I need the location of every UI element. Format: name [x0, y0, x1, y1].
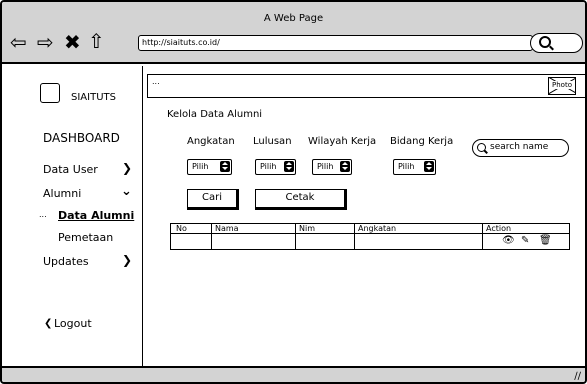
column-header-angkatan: Angkatan [358, 224, 397, 233]
sidebar-item-pemetaan[interactable]: Pemetaan [58, 231, 113, 244]
dropdown-arrows-icon [340, 161, 350, 172]
header-placeholder: ... [152, 77, 160, 86]
column-header-no: No [176, 224, 187, 233]
column-header-nim: Nim [299, 224, 315, 233]
column-divider [295, 224, 296, 233]
cetak-button[interactable]: Cetak [255, 189, 347, 210]
eye-icon[interactable]: 👁 [502, 234, 515, 248]
column-header-nama: Nama [215, 224, 239, 233]
forward-arrow-icon[interactable]: ⇨ [37, 32, 54, 52]
chevron-left-icon: ❮ [44, 318, 53, 329]
search-placeholder: search name [490, 142, 549, 152]
profile-photo[interactable]: Photo [548, 77, 576, 95]
window-title: A Web Page [263, 13, 324, 24]
back-arrow-icon[interactable]: ⇦ [10, 32, 27, 52]
dropdown-arrows-icon [220, 161, 230, 172]
table-row: 👁 ✎ 🗑 [170, 234, 570, 250]
filter-label-lulusan: Lulusan [253, 136, 292, 147]
logo-image [40, 83, 60, 103]
column-header-action: Action [486, 224, 512, 233]
search-name-input[interactable]: search name [472, 139, 569, 157]
select-angkatan[interactable]: Pilih [187, 159, 232, 175]
filter-label-wilayah-kerja: Wilayah Kerja [308, 136, 377, 147]
trash-icon[interactable]: 🗑 [539, 234, 552, 248]
cari-button[interactable]: Cari [187, 189, 239, 210]
select-value: Pilih [260, 162, 277, 171]
column-divider [211, 234, 212, 249]
active-indicator: ... [39, 210, 47, 219]
filter-label-bidang-kerja: Bidang Kerja [390, 136, 454, 147]
sidebar-item-updates[interactable]: Updates [43, 255, 89, 268]
sidebar-item-data-alumni[interactable]: Data Alumni [58, 209, 134, 222]
chevron-down-icon: ⌄ [121, 184, 132, 199]
browser-toolbar: A Web Page ⇦ ⇨ ✖ ⇧ http://siaituts.co.id… [2, 2, 585, 64]
sidebar-item-dashboard[interactable]: DASHBOARD [43, 131, 120, 145]
dropdown-arrows-icon [424, 161, 434, 172]
dropdown-arrows-icon [284, 161, 294, 172]
select-value: Pilih [398, 162, 415, 171]
search-icon [539, 36, 551, 48]
close-icon[interactable]: ✖ [64, 32, 81, 52]
chevron-right-icon: ❯ [122, 161, 133, 175]
column-divider [354, 234, 355, 249]
logo-text: SIAITUTS [71, 92, 116, 103]
select-value: Pilih [192, 162, 209, 171]
column-divider [211, 224, 212, 233]
select-value: Pilih [317, 162, 334, 171]
column-divider [354, 224, 355, 233]
browser-search-button[interactable] [530, 33, 583, 53]
column-divider [482, 224, 483, 233]
logout-link[interactable]: Logout [54, 317, 92, 330]
select-bidang-kerja[interactable]: Pilih [393, 159, 436, 175]
photo-label: Photo [552, 81, 572, 89]
column-divider [482, 234, 483, 249]
home-icon[interactable]: ⇧ [88, 31, 105, 51]
chevron-right-icon: ❯ [122, 253, 133, 267]
select-lulusan[interactable]: Pilih [255, 159, 296, 175]
page-title: Kelola Data Alumni [167, 109, 263, 120]
url-bar[interactable]: http://siaituts.co.id/ [138, 35, 533, 51]
browser-status-bar: ∕∕ [2, 366, 585, 382]
table-header: No Nama Nim Angkatan Action [170, 223, 570, 234]
resize-grip-icon[interactable]: ∕∕ [574, 371, 581, 382]
select-wilayah-kerja[interactable]: Pilih [312, 159, 352, 175]
browser-window: A Web Page ⇦ ⇨ ✖ ⇧ http://siaituts.co.id… [0, 0, 587, 384]
edit-icon[interactable]: ✎ [521, 234, 529, 248]
sidebar-item-data-user[interactable]: Data User [43, 163, 98, 176]
sidebar-item-alumni[interactable]: Alumni [43, 187, 81, 200]
search-icon [477, 143, 486, 152]
column-divider [295, 234, 296, 249]
filter-label-angkatan: Angkatan [187, 136, 235, 147]
content-header: ... [147, 74, 585, 98]
